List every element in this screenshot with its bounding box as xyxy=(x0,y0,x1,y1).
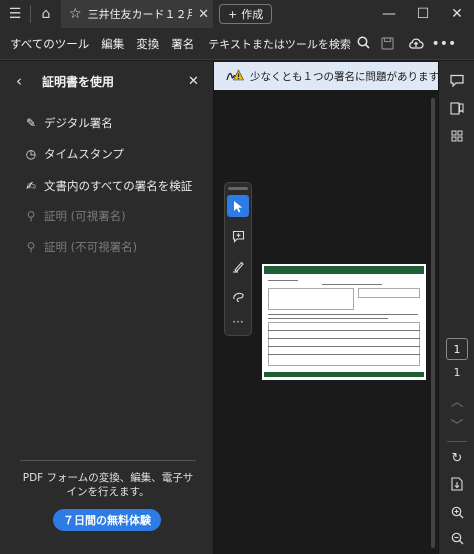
floating-toolbar: ··· xyxy=(224,182,252,336)
menu-bar: すべてのツール 編集 変換 署名 テキストまたはツールを検索 ••• xyxy=(0,28,474,60)
menu-all-tools[interactable]: すべてのツール xyxy=(0,36,95,52)
tool-search[interactable]: テキストまたはツールを検索 xyxy=(208,36,370,52)
certify-visible-icon: ⚲ xyxy=(26,209,36,223)
notice-text: 少なくとも１つの署名に問題があります。 xyxy=(250,70,449,83)
hamburger-icon[interactable]: ☰ xyxy=(0,0,30,28)
add-comment-icon[interactable] xyxy=(227,225,249,247)
page-table xyxy=(268,322,420,366)
menu-sign[interactable]: 署名 xyxy=(165,36,200,52)
signature-warning-icon xyxy=(226,68,244,85)
new-tab-button[interactable]: + 作成 xyxy=(219,4,273,24)
item-label: 証明 (可視署名) xyxy=(44,209,126,223)
next-page-icon[interactable]: ﹀ xyxy=(445,413,469,435)
menu-edit[interactable]: 編集 xyxy=(95,36,130,52)
certify-invisible-icon: ⚲ xyxy=(26,240,36,254)
page-text xyxy=(268,318,388,319)
comments-icon[interactable] xyxy=(445,69,469,91)
extract-pages-icon[interactable] xyxy=(445,473,469,495)
panel-title: 証明書を使用 xyxy=(42,74,115,89)
back-icon[interactable]: ‹ xyxy=(16,72,22,90)
maximize-icon[interactable]: ☐ xyxy=(406,0,440,28)
bookmarks-icon[interactable] xyxy=(445,97,469,119)
certify-visible-item: ⚲ 証明 (可視署名) xyxy=(24,206,126,226)
page-text xyxy=(322,284,382,285)
page-text xyxy=(268,330,420,331)
thumbnails-icon[interactable] xyxy=(445,125,469,147)
page-text xyxy=(268,338,420,339)
more-icon[interactable]: ••• xyxy=(430,30,458,58)
page-table xyxy=(358,288,420,298)
plus-icon: + xyxy=(228,7,238,21)
digital-signature-item[interactable]: ✎ デジタル署名 xyxy=(24,113,113,133)
certify-invisible-item: ⚲ 証明 (不可視署名) xyxy=(24,237,138,257)
page-table xyxy=(268,288,354,310)
page-text xyxy=(268,354,420,355)
page-footer-band xyxy=(264,372,424,377)
pdf-page-thumbnail[interactable] xyxy=(262,264,426,380)
page-text xyxy=(268,280,298,281)
item-label: デジタル署名 xyxy=(44,116,113,130)
panel-header: ‹ 証明書を使用 ✕ xyxy=(0,69,214,93)
validate-signatures-item[interactable]: ✍ 文書内のすべての署名を検証 xyxy=(24,176,192,196)
timestamp-icon: ◷ xyxy=(25,147,37,161)
validate-signatures-icon: ✍ xyxy=(25,179,37,193)
right-rail: 1 1 ︿ ﹀ ↻ xyxy=(438,61,474,554)
cloud-upload-icon[interactable] xyxy=(402,30,430,58)
highlight-pen-icon[interactable] xyxy=(227,255,249,277)
current-page-input[interactable]: 1 xyxy=(446,338,468,360)
page-text xyxy=(268,314,418,315)
refresh-icon[interactable]: ↻ xyxy=(445,447,469,469)
select-tool-icon[interactable] xyxy=(227,195,249,217)
close-icon[interactable]: ✕ xyxy=(188,74,199,89)
title-bar: ☰ ⌂ ☆ 三井住友カード１２月... ✕ + 作成 — ☐ ✕ xyxy=(0,0,474,28)
search-icon xyxy=(357,36,370,52)
divider xyxy=(447,441,467,442)
zoom-in-icon[interactable] xyxy=(445,501,469,523)
page-text xyxy=(268,346,420,347)
new-tab-label: 作成 xyxy=(241,8,264,21)
page-header-band xyxy=(264,266,424,274)
zoom-out-icon[interactable] xyxy=(445,527,469,549)
star-icon[interactable]: ☆ xyxy=(69,6,82,22)
certificate-panel: ‹ 証明書を使用 ✕ ✎ デジタル署名 ◷ タイムスタンプ ✍ 文書内のすべての… xyxy=(0,61,214,554)
signature-notice-bar[interactable]: 少なくとも１つの署名に問題があります。 xyxy=(214,62,448,90)
scrollbar-thumb[interactable] xyxy=(431,98,435,548)
total-pages: 1 xyxy=(453,365,461,379)
drag-handle[interactable] xyxy=(228,187,248,190)
window-controls: — ☐ ✕ xyxy=(372,0,474,28)
item-label: タイムスタンプ xyxy=(44,147,124,161)
item-label: 文書内のすべての署名を検証 xyxy=(44,179,193,193)
minimize-icon[interactable]: — xyxy=(372,0,406,28)
draw-freeform-icon[interactable] xyxy=(227,285,249,307)
item-label: 証明 (不可視署名) xyxy=(44,240,138,254)
divider xyxy=(20,460,196,461)
save-icon[interactable] xyxy=(374,30,402,58)
window-close-icon[interactable]: ✕ xyxy=(440,0,474,28)
vertical-scrollbar[interactable] xyxy=(430,90,436,554)
search-label: テキストまたはツールを検索 xyxy=(208,37,351,51)
previous-page-icon[interactable]: ︿ xyxy=(445,389,469,411)
more-tools-icon[interactable]: ··· xyxy=(227,311,249,333)
document-tab[interactable]: ☆ 三井住友カード１２月... ✕ xyxy=(61,0,213,28)
timestamp-item[interactable]: ◷ タイムスタンプ xyxy=(24,144,124,164)
home-icon[interactable]: ⌂ xyxy=(31,0,61,28)
close-icon[interactable]: ✕ xyxy=(198,7,209,22)
tab-title: 三井住友カード１２月... xyxy=(87,8,193,21)
free-trial-button[interactable]: ７日間の無料体験 xyxy=(53,509,161,531)
digital-signature-icon: ✎ xyxy=(25,116,37,130)
menu-convert[interactable]: 変換 xyxy=(130,36,165,52)
promo-text: PDF フォームの変換、編集、電子サインを行えます。 xyxy=(22,472,194,498)
